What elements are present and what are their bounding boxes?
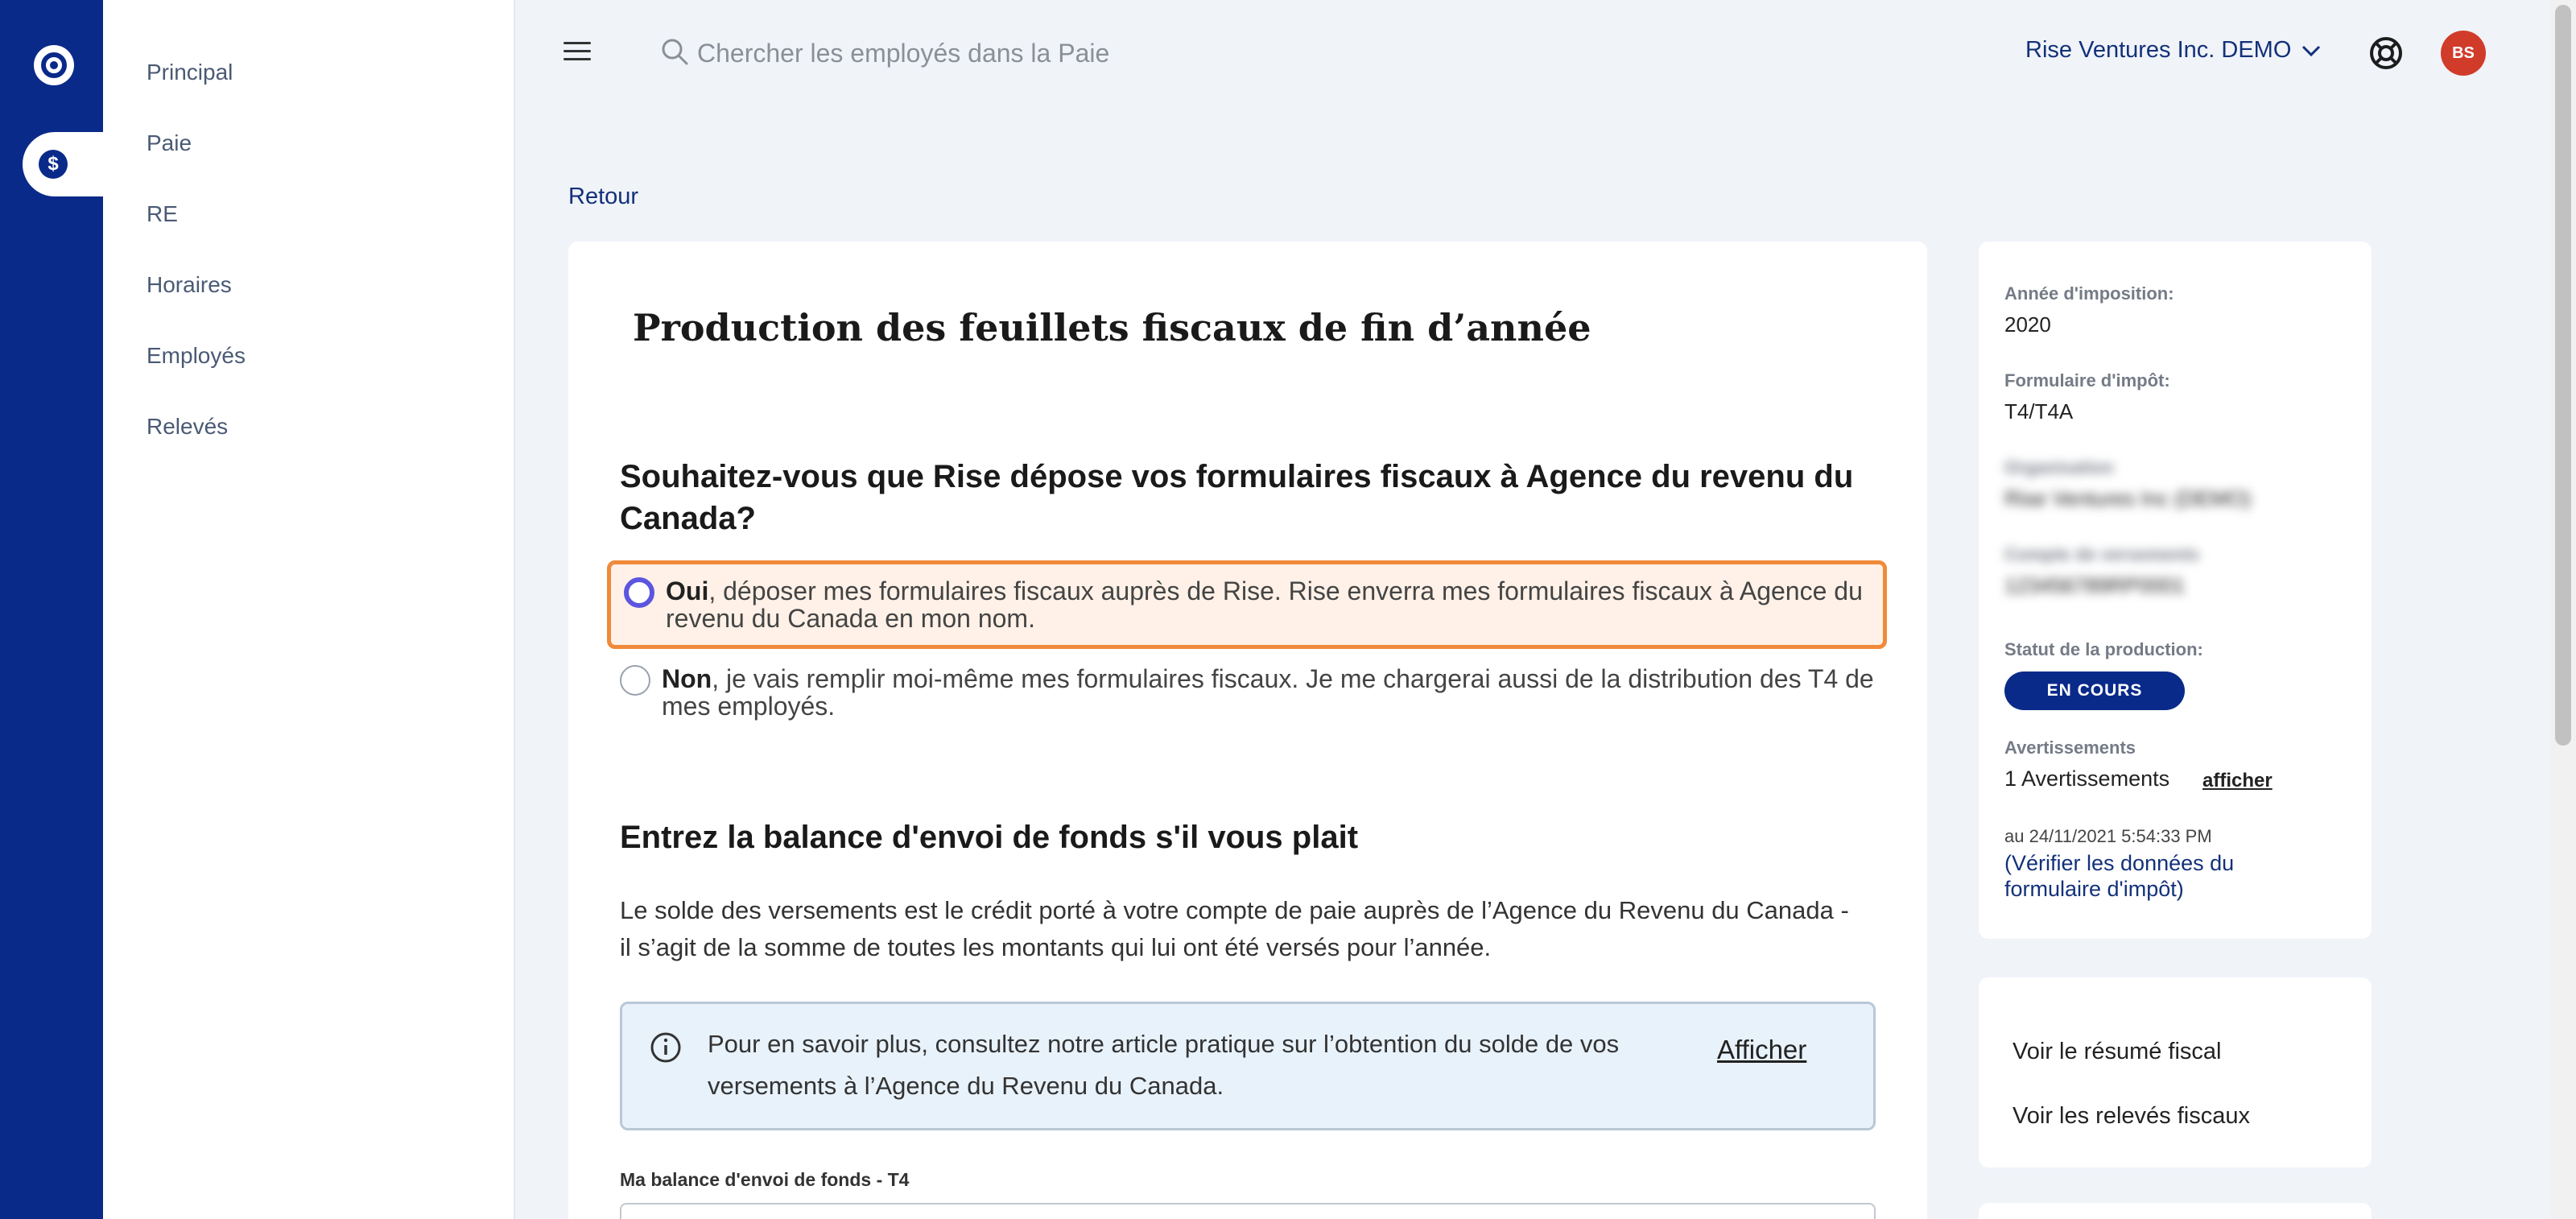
tax-form-value: T4/T4A [2004,399,2074,424]
sidebar: Principal Paie RE Horaires Employés Rele… [103,0,515,1219]
back-link[interactable]: Retour [568,184,638,210]
option-yes[interactable]: Oui, déposer mes formulaires fiscaux aup… [607,560,1887,649]
remittance-input[interactable] [620,1203,1876,1219]
radio-no[interactable] [620,665,650,696]
remittance-field-label: Ma balance d'envoi de fonds - T4 [620,1169,910,1190]
warnings-show-link[interactable]: afficher [2202,770,2273,792]
chevron-down-icon [2302,45,2321,56]
status-badge: EN COURS [2004,671,2185,710]
sidebar-item-paie[interactable]: Paie [147,130,192,156]
app-rail: $ [0,0,103,1219]
dollar-icon: $ [39,150,68,179]
rail-item-payroll[interactable]: $ [23,132,103,196]
sidebar-item-employes[interactable]: Employés [147,343,246,369]
page-title: Production des feuillets fiscaux de fin … [633,306,1591,349]
company-selector[interactable]: Rise Ventures Inc. DEMO [2025,37,2322,64]
tax-year-value: 2020 [2004,312,2051,337]
option-yes-bold: Oui [666,576,709,605]
info-afficher-link[interactable]: Afficher [1717,1035,1806,1065]
account-value: 123456789RP0001 [2004,573,2186,597]
verify-link-wrapper: (Vérifier les données du formulaire d'im… [2004,851,2235,901]
info-icon [650,1032,681,1063]
search-icon [662,39,688,65]
organization-value: Rise Ventures Inc (DEMO) [2004,486,2252,510]
organization-label: Organisation [2004,457,2114,477]
help-lifebuoy-icon[interactable] [2368,35,2404,71]
view-tax-summary-link[interactable]: Voir le résumé fiscal [2013,1039,2222,1065]
scrollbar[interactable] [2550,0,2576,1219]
tax-year-label: Année d'imposition: [2004,283,2174,304]
remittance-description: Le solde des versements est le crédit po… [620,896,1849,961]
sidebar-item-re[interactable]: RE [147,201,178,227]
status-label: Statut de la production: [2004,639,2203,659]
section-title: Entrez la balance d'envoi de fonds s'il … [620,820,1359,855]
company-name: Rise Ventures Inc. DEMO [2025,37,2292,63]
option-no[interactable]: Non, je vais remplir moi-même mes formul… [607,652,1887,733]
option-no-text: , je vais remplir moi-même mes formulair… [662,664,1874,721]
info-text: Pour en savoir plus, consultez notre art… [708,1030,1620,1100]
filing-question: Souhaitez-vous que Rise dépose vos formu… [620,459,1854,536]
warnings-label: Avertissements [2004,738,2136,758]
info-box: Pour en savoir plus, consultez notre art… [620,1002,1876,1130]
user-avatar[interactable]: BS [2441,31,2486,76]
option-yes-text: , déposer mes formulaires fiscaux auprès… [666,576,1863,633]
next-card [1979,1203,2372,1219]
sidebar-item-principal[interactable]: Principal [147,60,233,85]
option-no-bold: Non [662,664,712,693]
links-card: Voir le résumé fiscal Voir les relevés f… [1979,977,2372,1167]
verify-tax-data-link[interactable]: Vérifier les données du formulaire d'imp… [2004,851,2234,901]
scrollbar-thumb[interactable] [2555,5,2571,746]
as-of-timestamp: au 24/11/2021 5:54:33 PM [2004,826,2212,846]
sidebar-item-releves[interactable]: Relevés [147,414,228,440]
app-logo-icon[interactable] [34,45,74,85]
search-input[interactable] [697,31,1341,76]
view-tax-slips-link[interactable]: Voir les relevés fiscaux [2013,1103,2250,1130]
menu-icon[interactable] [564,42,591,63]
warnings-count: 1 Avertissements [2004,767,2170,791]
radio-yes[interactable] [624,577,654,608]
main-card: Production des feuillets fiscaux de fin … [568,242,1927,1219]
sidebar-item-horaires[interactable]: Horaires [147,272,232,298]
filing-info-card: Année d'imposition: 2020 Formulaire d'im… [1979,242,2372,939]
tax-form-label: Formulaire d'impôt: [2004,370,2170,390]
account-label: Compte de versements [2004,544,2200,564]
